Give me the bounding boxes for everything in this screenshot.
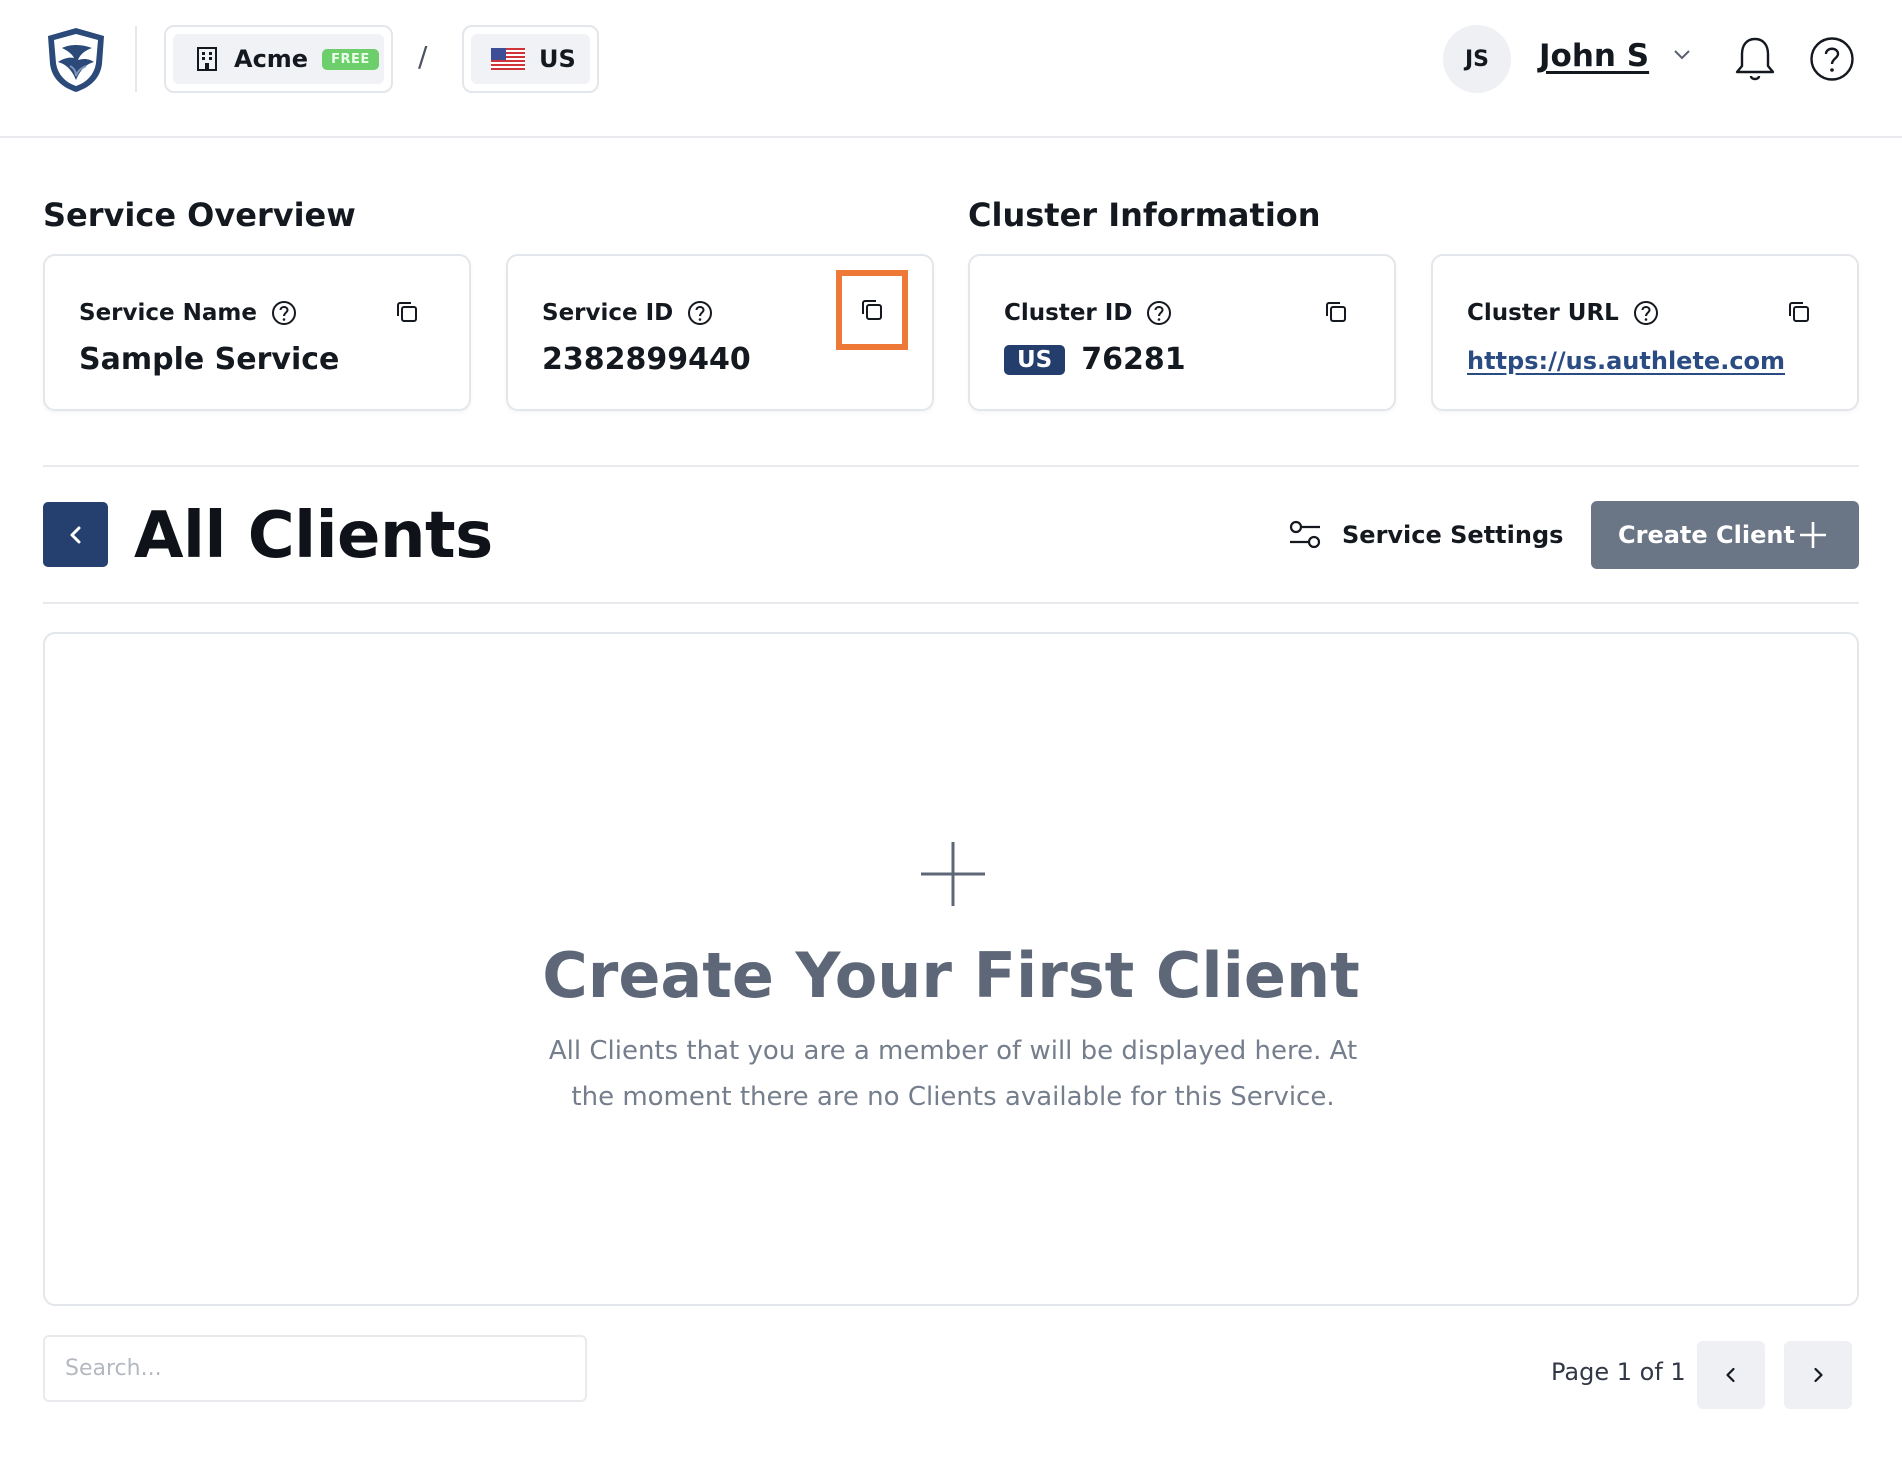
us-flag-icon [491,48,525,70]
org-name: Acme [234,45,309,73]
service-id-value: 2382899440 [542,342,751,377]
question-icon[interactable] [1633,300,1659,326]
previous-page-button[interactable] [1697,1341,1765,1409]
question-icon[interactable] [1146,300,1172,326]
copy-service-name-button[interactable] [391,296,423,328]
cluster-url-label: Cluster URL [1467,300,1619,326]
bell-icon[interactable] [1732,34,1778,84]
copy-cluster-id-button[interactable] [1320,296,1352,328]
service-id-label: Service ID [542,300,674,326]
region-code: US [539,45,576,73]
cluster-id-label: Cluster ID [1004,300,1133,326]
chevron-right-icon [1814,1367,1823,1383]
toolbar-divider [43,602,1859,604]
service-settings-label: Service Settings [1342,521,1564,549]
back-button[interactable] [43,502,108,567]
header-divider [135,26,137,92]
cluster-id-value: 76281 [1081,342,1186,377]
service-id-card: Service ID 2382899440 [506,254,934,411]
shield-logo-icon[interactable] [44,26,108,94]
cluster-id-card: Cluster ID US 76281 [968,254,1396,411]
search-input[interactable] [43,1335,587,1402]
top-header: Acme FREE / US JS John S [0,0,1902,138]
breadcrumb-separator: / [418,40,428,73]
user-name-link[interactable]: John S [1539,38,1649,74]
copy-icon [862,300,882,320]
chevron-left-icon [1726,1367,1735,1383]
empty-state-title: Create Your First Client [542,939,1360,1012]
help-icon[interactable] [1809,36,1855,82]
org-selector[interactable]: Acme FREE [164,25,393,93]
copy-service-id-button[interactable] [836,270,908,350]
question-icon[interactable] [271,300,297,326]
copy-icon [1326,302,1346,322]
empty-state-description: All Clients that you are a member of wil… [548,1036,1358,1112]
region-selector[interactable]: US [462,25,599,93]
copy-cluster-url-button[interactable] [1783,296,1815,328]
chevron-left-icon [70,526,80,543]
copy-icon [397,302,417,322]
cluster-region-tag: US [1004,344,1066,375]
page-title: All Clients [134,499,493,573]
plus-icon[interactable] [921,842,985,906]
next-page-button[interactable] [1784,1341,1852,1409]
cluster-url-card: Cluster URL https://us.authlete.com [1431,254,1859,411]
clients-empty-state: Create Your First Client All Clients tha… [43,632,1859,1306]
cluster-information-title: Cluster Information [968,196,1321,234]
cluster-url-link[interactable]: https://us.authlete.com [1467,347,1785,375]
building-icon [197,47,217,71]
chevron-down-icon[interactable] [1671,47,1693,63]
section-divider [43,465,1859,467]
create-client-label: Create Client [1618,521,1795,549]
service-name-label: Service Name [79,300,257,326]
create-client-button[interactable]: Create Client [1591,501,1859,569]
service-name-card: Service Name Sample Service [43,254,471,411]
user-avatar[interactable]: JS [1443,25,1511,93]
sliders-icon [1289,520,1321,549]
question-icon[interactable] [687,300,713,326]
service-name-value: Sample Service [79,342,340,377]
plan-badge: FREE [322,48,379,70]
service-overview-title: Service Overview [43,196,356,234]
plus-icon [1800,522,1826,548]
service-settings-button[interactable]: Service Settings [1288,515,1563,555]
copy-icon [1789,302,1809,322]
pagination-label: Page 1 of 1 [1551,1358,1686,1386]
